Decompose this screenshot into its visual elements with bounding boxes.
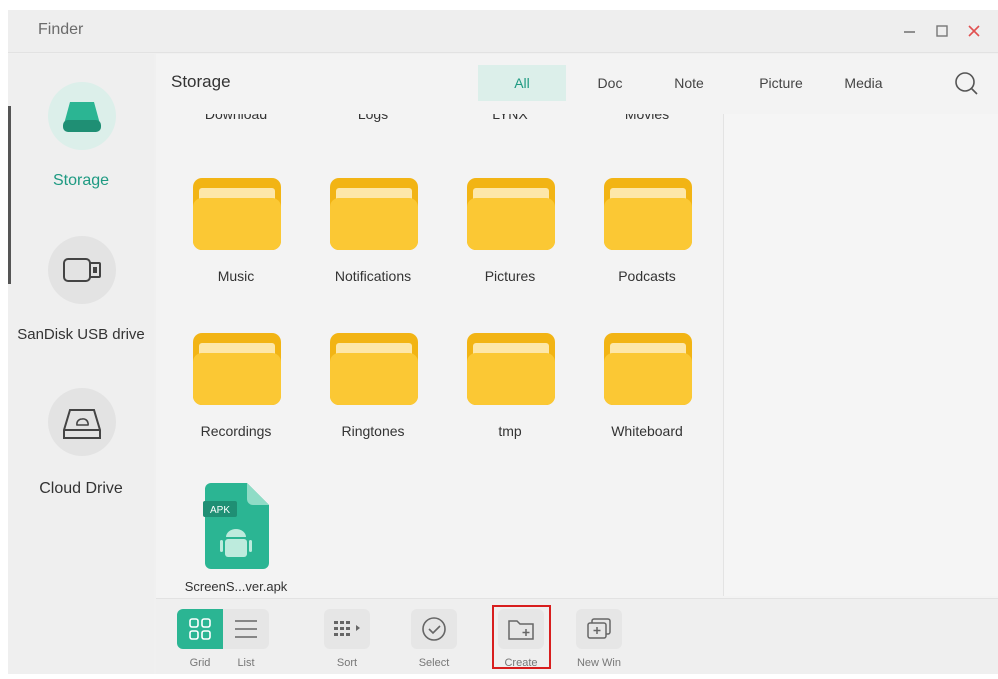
folder-icon <box>604 333 692 405</box>
file-item-logs[interactable]: Logs <box>313 114 433 126</box>
window-title: Finder <box>38 21 84 38</box>
file-label: Whiteboard <box>611 423 683 439</box>
folder-item-ringtones[interactable]: Ringtones <box>313 309 433 449</box>
folder-item-music[interactable]: Music <box>176 154 296 294</box>
sidebar-item-usb[interactable]: SanDisk USB drive <box>8 236 154 356</box>
folder-icon <box>193 333 281 405</box>
file-label: Logs <box>357 114 389 122</box>
grid-icon <box>189 618 211 640</box>
search-icon <box>955 72 978 95</box>
folder-item-notifications[interactable]: Notifications <box>313 154 433 294</box>
file-label: Music <box>217 268 255 284</box>
tab-doc[interactable]: Doc <box>566 65 654 101</box>
content-header: Storage All Doc Note Picture Media <box>156 54 998 112</box>
tab-media[interactable]: Media <box>826 65 901 101</box>
file-label: LYNX <box>492 114 528 122</box>
file-grid: Download Logs LYNX Movies Music Notifica… <box>156 114 722 596</box>
cloud-drive-icon <box>63 409 101 439</box>
apk-file-icon: APK <box>203 483 269 569</box>
file-label: Download <box>204 114 268 122</box>
file-item-download[interactable]: Download <box>176 114 296 126</box>
folder-item-podcasts[interactable]: Podcasts <box>587 154 707 294</box>
maximize-icon <box>936 25 948 37</box>
folder-icon <box>193 178 281 250</box>
folder-item-pictures[interactable]: Pictures <box>450 154 570 294</box>
drive-icon <box>63 102 101 132</box>
new-win-label: New Win <box>576 657 621 669</box>
file-item-apk[interactable]: APK ScreenS...ver.apk <box>176 469 296 596</box>
file-item-movies[interactable]: Movies <box>587 114 707 126</box>
title-bar: Finder <box>8 10 998 53</box>
content-area: Storage All Doc Note Picture Media Downl… <box>156 54 998 674</box>
checkmark-circle-icon <box>422 617 446 641</box>
file-label: Pictures <box>484 268 536 284</box>
folder-icon <box>467 178 555 250</box>
list-icon <box>235 620 257 638</box>
folder-item-whiteboard[interactable]: Whiteboard <box>587 309 707 449</box>
create-box <box>498 609 544 649</box>
close-button[interactable] <box>962 19 986 43</box>
list-label: List <box>237 657 255 669</box>
file-item-lynx[interactable]: LYNX <box>450 114 570 126</box>
new-win-box <box>576 609 622 649</box>
apk-badge: APK <box>210 505 230 516</box>
cloud-drive-icon-circle <box>48 388 116 456</box>
close-icon <box>968 25 980 37</box>
minimize-button[interactable] <box>898 19 922 43</box>
tab-picture[interactable]: Picture <box>736 65 826 101</box>
file-label: Notifications <box>334 268 412 284</box>
details-pane <box>723 114 998 596</box>
file-label: tmp <box>498 423 522 439</box>
sidebar: Storage SanDisk USB drive Cloud Drive <box>8 54 154 674</box>
page-title: Storage <box>171 72 231 91</box>
folder-item-tmp[interactable]: tmp <box>450 309 570 449</box>
folder-icon <box>467 333 555 405</box>
bottom-toolbar: Grid List Sort Select Create New Win <box>156 598 998 674</box>
storage-icon-circle <box>48 82 116 150</box>
finder-window: Finder Storage SanDisk USB drive Cloud D… <box>8 10 998 674</box>
folder-icon <box>330 178 418 250</box>
file-label: Ringtones <box>341 423 405 439</box>
file-label: Recordings <box>200 423 272 439</box>
new-folder-icon <box>508 620 534 640</box>
usb-icon <box>63 258 101 282</box>
sidebar-item-cloud-drive[interactable]: Cloud Drive <box>8 388 154 508</box>
new-window-icon <box>587 618 611 639</box>
folder-icon <box>604 178 692 250</box>
sort-label: Sort <box>336 657 358 669</box>
select-box <box>411 609 457 649</box>
tab-note[interactable]: Note <box>654 65 724 101</box>
file-label: Podcasts <box>618 268 676 284</box>
folder-icon <box>330 333 418 405</box>
minimize-icon <box>904 31 915 33</box>
list-view-box <box>223 609 269 649</box>
filter-tabs: All Doc Note Picture Media <box>478 65 901 101</box>
search-button[interactable] <box>953 70 979 96</box>
sidebar-item-storage[interactable]: Storage <box>8 82 154 204</box>
sort-box <box>324 609 370 649</box>
sort-icon <box>334 621 360 636</box>
file-label: Movies <box>624 114 670 122</box>
grid-view-box <box>177 609 223 649</box>
usb-icon-circle <box>48 236 116 304</box>
create-label: Create <box>504 657 538 669</box>
select-label: Select <box>418 657 450 669</box>
folder-item-recordings[interactable]: Recordings <box>176 309 296 449</box>
maximize-button[interactable] <box>930 19 954 43</box>
sidebar-item-label: SanDisk USB drive <box>17 326 145 343</box>
file-label: ScreenS...ver.apk <box>184 579 288 594</box>
sidebar-item-label: Storage <box>52 172 110 189</box>
sidebar-item-label: Cloud Drive <box>39 480 123 497</box>
tab-all[interactable]: All <box>478 65 566 101</box>
